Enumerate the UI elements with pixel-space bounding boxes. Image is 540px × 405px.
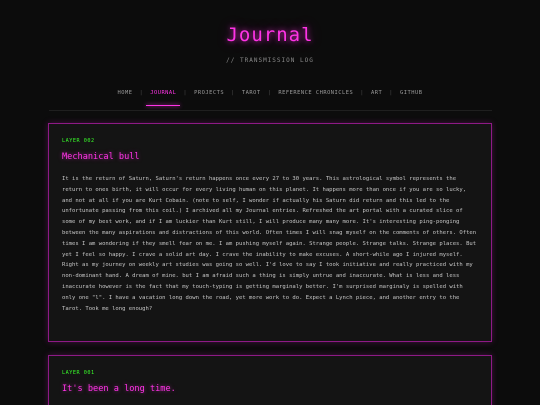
nav-item-home[interactable]: HOME (110, 90, 139, 101)
page-subtitle: // TRANSMISSION LOG (226, 57, 314, 64)
journal-entry-card: LAYER 002 Mechanical bull It is the retu… (48, 123, 492, 342)
nav-item-art[interactable]: ART (364, 90, 389, 101)
entry-layer-label: LAYER 002 (62, 138, 95, 144)
entry-body: It is the return of Saturn, Saturn's ret… (62, 176, 477, 312)
journal-entry-card: LAYER 001 It's been a long time. (48, 355, 492, 405)
nav-item-github[interactable]: GITHUB (393, 90, 429, 101)
entry-layer-label: LAYER 001 (62, 370, 95, 376)
nav-item-journal[interactable]: JOURNAL (143, 90, 183, 106)
nav-divider (49, 110, 492, 111)
entry-title[interactable]: It's been a long time. (62, 384, 478, 394)
nav-item-tarot[interactable]: TAROT (235, 90, 268, 101)
nav-item-reference-chronicles[interactable]: REFERENCE CHRONICLES (271, 90, 360, 101)
entry-title[interactable]: Mechanical bull (62, 152, 478, 162)
page-title: Journal (226, 24, 314, 46)
nav-item-projects[interactable]: PROJECTS (187, 90, 231, 101)
main-nav: HOME | JOURNAL | PROJECTS | TAROT | REFE… (0, 90, 540, 106)
